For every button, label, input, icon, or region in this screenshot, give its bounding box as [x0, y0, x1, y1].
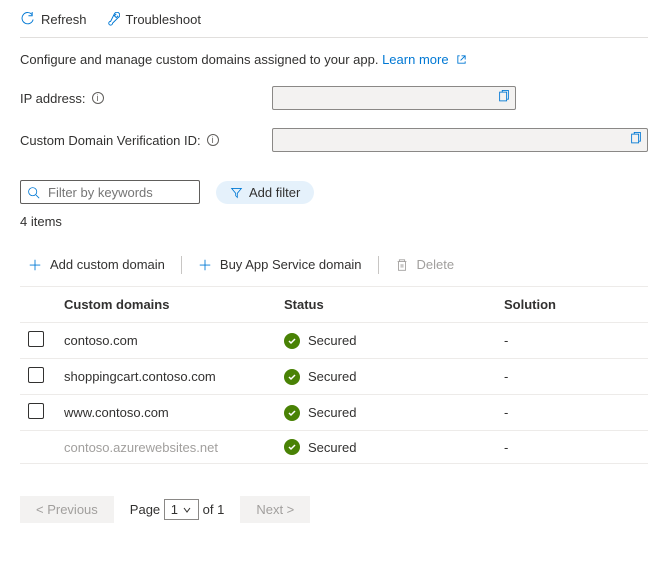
add-filter-label: Add filter	[249, 185, 300, 200]
plus-icon	[28, 258, 42, 272]
buy-domain-label: Buy App Service domain	[220, 257, 362, 272]
status-cell: Secured	[284, 405, 488, 421]
domain-cell: www.contoso.com	[56, 395, 276, 431]
check-circle-icon	[284, 333, 300, 349]
copy-verification-button[interactable]	[629, 132, 643, 149]
status-cell: Secured	[284, 369, 488, 385]
next-page-button: Next >	[240, 496, 310, 523]
status-cell: Secured	[284, 333, 488, 349]
solution-cell: -	[496, 323, 648, 359]
troubleshoot-label: Troubleshoot	[126, 12, 201, 27]
ip-address-label: IP address: i	[20, 91, 272, 106]
ip-address-row: IP address: i	[20, 86, 648, 110]
filter-input[interactable]	[46, 184, 193, 201]
refresh-button[interactable]: Refresh	[20, 12, 87, 27]
refresh-icon	[20, 12, 35, 27]
domain-cell: shoppingcart.contoso.com	[56, 359, 276, 395]
domain-cell: contoso.azurewebsites.net	[56, 431, 276, 464]
add-domain-label: Add custom domain	[50, 257, 165, 272]
solution-cell: -	[496, 359, 648, 395]
domains-table: Custom domains Status Solution contoso.c…	[20, 286, 648, 464]
row-checkbox[interactable]	[28, 367, 44, 383]
col-solution[interactable]: Solution	[496, 287, 648, 323]
wrench-icon	[105, 12, 120, 27]
external-link-icon	[456, 53, 467, 68]
learn-more-label: Learn more	[382, 52, 448, 67]
separator	[181, 256, 182, 274]
delete-label: Delete	[417, 257, 455, 272]
check-circle-icon	[284, 369, 300, 385]
check-circle-icon	[284, 405, 300, 421]
info-icon[interactable]: i	[92, 92, 104, 104]
filter-input-wrap[interactable]	[20, 180, 200, 204]
copy-icon	[629, 132, 643, 146]
filter-icon	[230, 186, 243, 199]
table-row[interactable]: contoso.com Secured -	[20, 323, 648, 359]
troubleshoot-button[interactable]: Troubleshoot	[105, 12, 201, 27]
separator	[378, 256, 379, 274]
col-checkbox	[20, 287, 56, 323]
verification-id-label: Custom Domain Verification ID: i	[20, 133, 272, 148]
refresh-label: Refresh	[41, 12, 87, 27]
page-select[interactable]: 1	[164, 499, 199, 520]
intro-message: Configure and manage custom domains assi…	[20, 52, 378, 67]
page-indicator: Page 1 of 1	[130, 499, 225, 520]
table-row: contoso.azurewebsites.net Secured -	[20, 431, 648, 464]
search-icon	[27, 186, 40, 199]
ip-address-field	[272, 86, 516, 110]
status-cell: Secured	[284, 439, 488, 455]
items-count: 4 items	[20, 214, 648, 229]
table-row[interactable]: shoppingcart.contoso.com Secured -	[20, 359, 648, 395]
col-domain[interactable]: Custom domains	[56, 287, 276, 323]
check-circle-icon	[284, 439, 300, 455]
table-row[interactable]: www.contoso.com Secured -	[20, 395, 648, 431]
intro-text: Configure and manage custom domains assi…	[20, 52, 648, 68]
solution-cell: -	[496, 395, 648, 431]
plus-icon	[198, 258, 212, 272]
domain-cell: contoso.com	[56, 323, 276, 359]
action-bar: Add custom domain Buy App Service domain…	[20, 253, 648, 276]
copy-ip-button[interactable]	[497, 90, 511, 107]
trash-icon	[395, 258, 409, 272]
page-toolbar: Refresh Troubleshoot	[20, 12, 648, 38]
copy-icon	[497, 90, 511, 104]
delete-button: Delete	[387, 253, 463, 276]
prev-page-button: < Previous	[20, 496, 114, 523]
add-custom-domain-button[interactable]: Add custom domain	[20, 253, 173, 276]
filter-row: Add filter	[20, 180, 648, 204]
info-icon[interactable]: i	[207, 134, 219, 146]
verification-id-field	[272, 128, 648, 152]
buy-domain-button[interactable]: Buy App Service domain	[190, 253, 370, 276]
learn-more-link[interactable]: Learn more	[382, 52, 467, 67]
row-checkbox[interactable]	[28, 331, 44, 347]
verification-id-row: Custom Domain Verification ID: i	[20, 128, 648, 152]
add-filter-button[interactable]: Add filter	[216, 181, 314, 204]
pager: < Previous Page 1 of 1 Next >	[20, 496, 648, 523]
solution-cell: -	[496, 431, 648, 464]
row-checkbox[interactable]	[28, 403, 44, 419]
col-status[interactable]: Status	[276, 287, 496, 323]
chevron-down-icon	[182, 505, 192, 515]
